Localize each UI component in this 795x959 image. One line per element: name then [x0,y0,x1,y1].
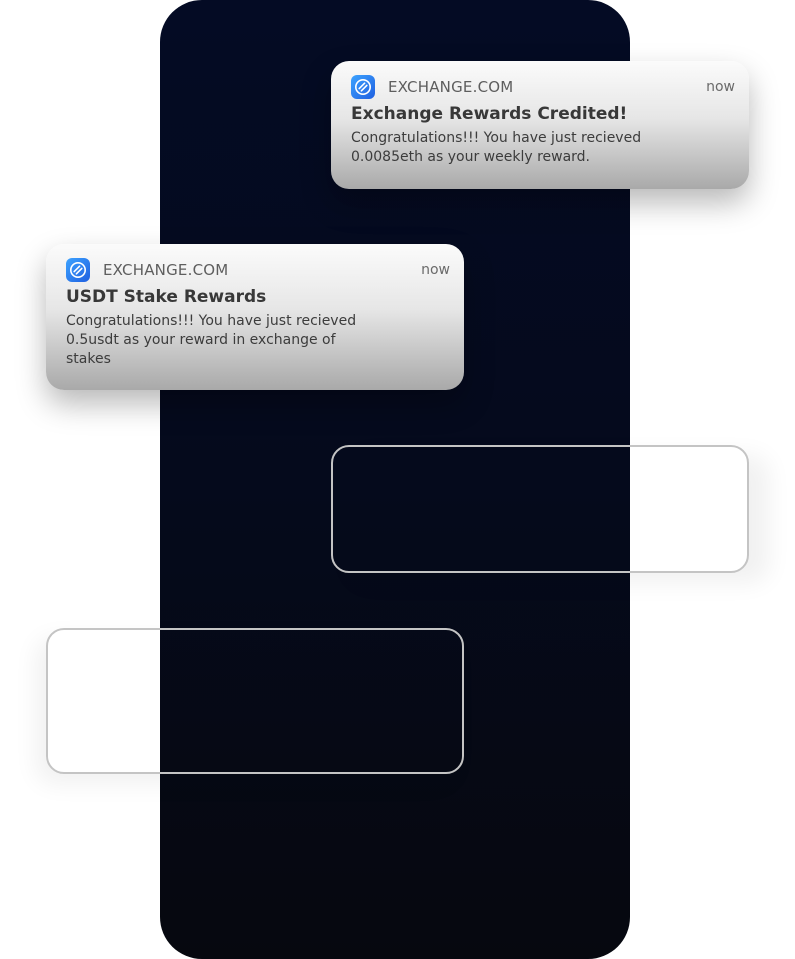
notification-header: EXCHANGE.COM now [66,258,450,282]
notification-header: EXCHANGE.COM now [351,75,735,99]
empty-notification-placeholder [46,628,464,774]
notification-time: now [421,262,450,278]
notification-app-name: EXCHANGE.COM [388,78,514,96]
notification-app-name: EXCHANGE.COM [103,261,229,279]
exchange-logo-icon [66,258,90,282]
notification-time: now [706,79,735,95]
exchange-logo-icon [351,75,375,99]
promo-stage: EXCHANGE.COM now Exchange Rewards Credit… [0,0,795,959]
notification-body: Congratulations!!! You have just recieve… [351,130,642,165]
empty-notification-placeholder [331,445,749,573]
notification-body: Congratulations!!! You have just recieve… [66,313,357,367]
notification-title: Exchange Rewards Credited! [351,104,628,124]
notification-usdt-stake-rewards[interactable]: EXCHANGE.COM now USDT Stake Rewards Cong… [46,244,464,390]
notification-title: USDT Stake Rewards [66,287,267,307]
notification-rewards-credited[interactable]: EXCHANGE.COM now Exchange Rewards Credit… [331,61,749,189]
